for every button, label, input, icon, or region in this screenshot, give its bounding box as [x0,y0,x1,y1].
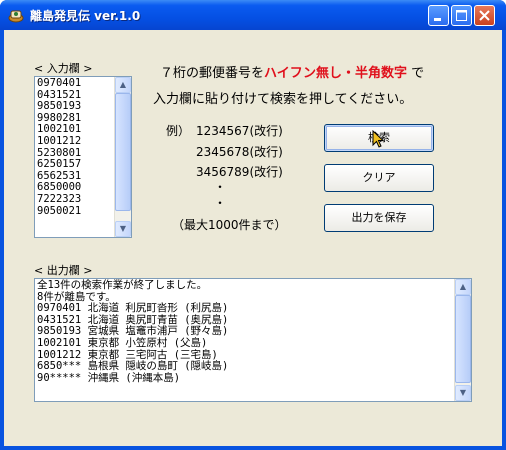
close-button[interactable] [474,5,495,26]
example-1: 1234567(改行) [196,124,283,138]
list-item: 6250157 [37,158,82,171]
scroll-up-icon[interactable]: ▲ [115,77,131,93]
scroll-down-icon[interactable]: ▼ [115,221,131,237]
clear-button[interactable]: クリア [324,164,434,192]
list-item: 全13件の検索作業が終了しました。 [37,279,208,291]
save-output-button[interactable]: 出力を保存 [324,204,434,232]
list-item: 1001212 [37,134,82,147]
minimize-icon [434,18,441,21]
minimize-button[interactable] [428,5,449,26]
maximize-icon [456,10,467,21]
list-item: 9050021 [37,204,82,217]
instruction-text-end: で [411,66,425,81]
instruction-line2: 入力欄に貼り付けて検索を押してください。 [153,92,413,107]
input-scrollbar[interactable]: ▲ ▼ [114,77,131,237]
instruction-text: ７桁の郵便番号を [160,66,265,81]
example-label: 例） [166,124,191,138]
output-lines: 全13件の検索作業が終了しました。 8件が離島です。 0970401 北海道 利尻町… [37,279,229,384]
app-icon [8,10,24,23]
ellipsis-dot-1: ・ [214,180,227,194]
scroll-up-icon[interactable]: ▲ [455,279,471,295]
list-item: 0970401 [37,77,82,89]
list-item: 7222323 [37,192,82,205]
ellipsis-dot-2: ・ [214,196,227,210]
instruction-highlight: ハイフン無し・半角数字 [264,66,408,81]
example-2: 2345678(改行) [196,145,283,159]
client-area: < 入力欄 > 0970401 0431521 9850193 9980281 1002… [4,30,502,446]
list-item: 6850*** 島根県 隠岐の島町 (隠岐島) [37,360,229,373]
instruction-line1: ７桁の郵便番号をハイフン無し・半角数字 で [160,62,424,81]
output-textarea[interactable]: 全13件の検索作業が終了しました。 8件が離島です。 0970401 北海道 利尻町… [34,278,472,402]
output-label: < 出力欄 > [34,264,93,277]
list-item: 90***** 沖縄県 (沖縄本島) [37,371,181,384]
input-textarea[interactable]: 0970401 0431521 9850193 9980281 1002101 10012… [34,76,132,238]
close-icon [479,10,490,21]
scroll-thumb[interactable] [455,295,471,383]
output-scrollbar[interactable]: ▲ ▼ [454,279,471,401]
input-lines: 0970401 0431521 9850193 9980281 1002101 10012… [37,77,82,217]
app-window: 離島発見伝 ver.1.0 < 入力欄 > 0970401 0431521 9850… [0,0,506,450]
list-item: 1002101 東京都 小笠原村 (父島) [37,336,208,349]
example-3: 3456789(改行) [196,165,283,179]
scroll-down-icon[interactable]: ▼ [455,385,471,401]
window-title: 離島発見伝 ver.1.0 [30,9,141,23]
title-bar[interactable]: 離島発見伝 ver.1.0 [0,0,506,30]
max-note: （最大1000件まで） [172,218,287,232]
scroll-thumb[interactable] [115,93,131,211]
input-label: < 入力欄 > [34,62,93,75]
maximize-button[interactable] [451,5,472,26]
mouse-cursor-icon [372,130,385,148]
